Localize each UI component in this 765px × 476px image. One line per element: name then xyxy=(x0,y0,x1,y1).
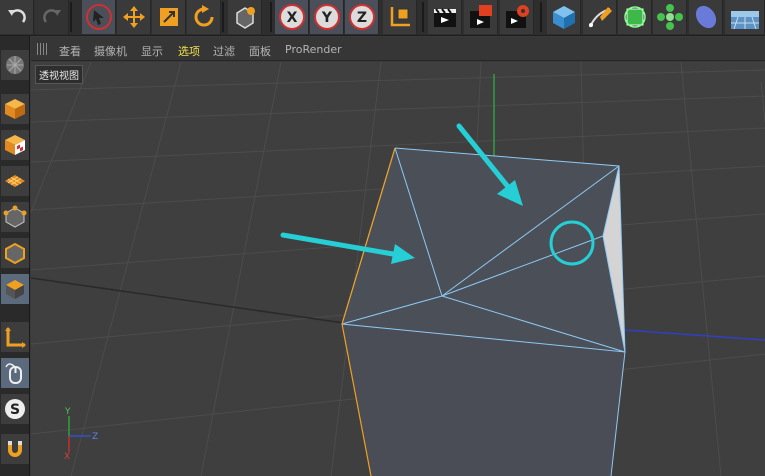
coordinate-system-icon[interactable] xyxy=(383,0,417,34)
x-axis-lock-icon[interactable]: X xyxy=(275,0,309,34)
render-view-icon[interactable] xyxy=(428,0,462,34)
array-icon[interactable] xyxy=(653,0,687,34)
render-picture-viewer-icon[interactable] xyxy=(464,0,498,34)
menu-view[interactable]: 查看 xyxy=(59,43,81,59)
menu-panel[interactable]: 面板 xyxy=(249,43,271,59)
select-icon[interactable] xyxy=(82,0,116,34)
gizmo-z-label: Z xyxy=(92,432,98,442)
edges-mode-icon[interactable] xyxy=(1,238,29,268)
left-toolbar: S xyxy=(0,36,30,476)
axis-gizmo: Y Z X xyxy=(64,407,98,462)
polygons-mode-icon[interactable] xyxy=(1,274,29,304)
menu-filter[interactable]: 过滤 xyxy=(213,43,235,59)
menu-camera[interactable]: 摄像机 xyxy=(94,43,127,59)
viewport-menu-bar: 查看 摄像机 显示 选项 过滤 面板 ProRender xyxy=(31,37,765,61)
viewport-canvas[interactable]: Y Z X xyxy=(31,62,765,476)
z-axis-line xyxy=(624,329,765,341)
make-editable-icon[interactable] xyxy=(1,50,29,80)
svg-text:Y: Y xyxy=(320,10,332,26)
axis-mode-icon[interactable] xyxy=(1,322,29,352)
menu-options[interactable]: 选项 xyxy=(178,43,200,59)
gizmo-x-label: X xyxy=(64,452,70,462)
tweak-mode-icon[interactable] xyxy=(1,358,29,388)
gizmo-y-label: Y xyxy=(64,407,71,417)
x-axis-line xyxy=(31,277,352,325)
menu-display[interactable]: 显示 xyxy=(141,43,163,59)
workplane-icon[interactable] xyxy=(1,166,29,196)
undo-icon[interactable] xyxy=(0,0,34,34)
svg-text:S: S xyxy=(10,402,20,418)
move-icon[interactable] xyxy=(117,0,151,34)
menu-prorender[interactable]: ProRender xyxy=(285,43,342,56)
viewport-title[interactable]: 透视视图 xyxy=(35,65,83,84)
svg-text:Z: Z xyxy=(356,10,366,26)
cube-primitive-icon[interactable] xyxy=(547,0,581,34)
live-select-icon[interactable] xyxy=(228,0,262,34)
menu-grip-icon[interactable] xyxy=(37,43,49,55)
redo-icon[interactable] xyxy=(35,0,69,34)
texture-mode-icon[interactable] xyxy=(1,130,29,160)
main-toolbar: X Y Z xyxy=(0,0,765,36)
magnet-icon[interactable] xyxy=(1,434,29,464)
cube-mesh xyxy=(341,147,626,476)
scale-icon[interactable] xyxy=(152,0,186,34)
svg-text:X: X xyxy=(286,10,297,26)
perspective-viewport[interactable]: Y Z X 透视视图 xyxy=(31,62,765,476)
z-axis-lock-icon[interactable]: Z xyxy=(345,0,379,34)
rotate-icon[interactable] xyxy=(187,0,221,34)
model-mode-icon[interactable] xyxy=(1,94,29,124)
y-axis-lock-icon[interactable]: Y xyxy=(310,0,344,34)
subdivision-icon[interactable] xyxy=(618,0,652,34)
points-mode-icon[interactable] xyxy=(1,202,29,232)
snap-icon[interactable]: S xyxy=(1,394,29,424)
floor-environment-icon[interactable] xyxy=(725,0,765,34)
pen-spline-icon[interactable] xyxy=(583,0,617,34)
render-settings-icon[interactable] xyxy=(500,0,534,34)
deformer-icon[interactable] xyxy=(689,0,723,34)
